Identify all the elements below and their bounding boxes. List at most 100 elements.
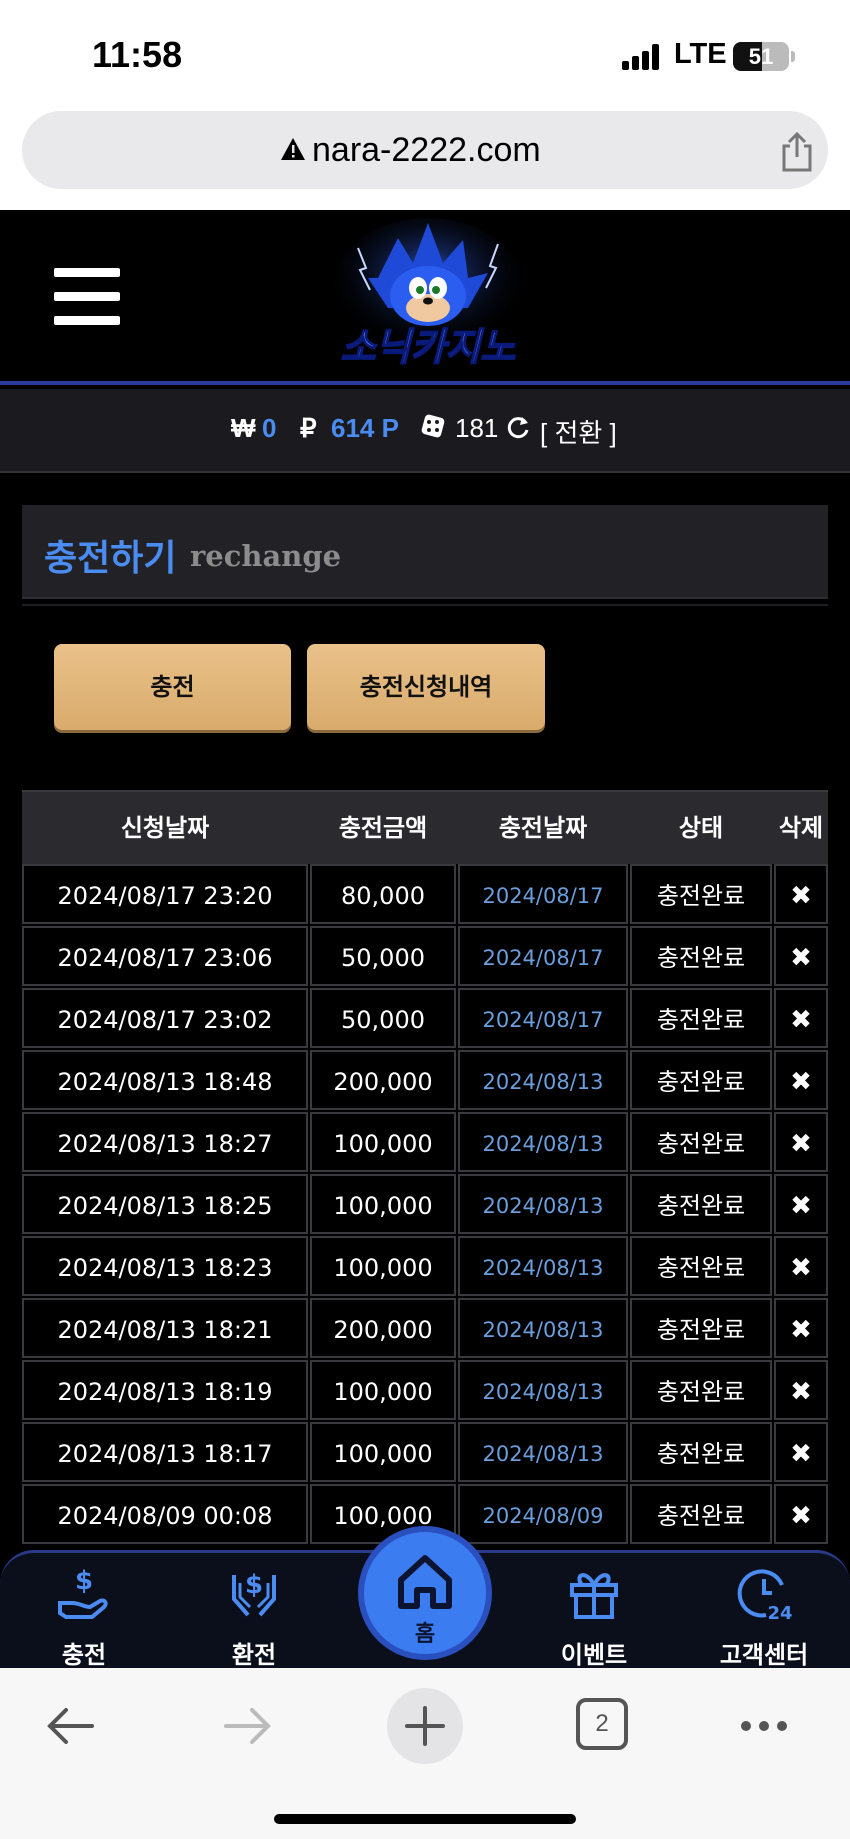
- table-body: 2024/08/17 23:20 80,000 2024/08/17 충전완료 ✖ 202…: [22, 864, 828, 1546]
- delete-button[interactable]: ✖: [774, 1112, 828, 1172]
- convert-button[interactable]: [ 전환 ]: [540, 413, 617, 450]
- status-cell: 충전완료: [630, 1360, 772, 1420]
- battery-level: 51: [748, 44, 774, 69]
- table-row: 2024/08/13 18:17 100,000 2024/08/13 충전완료 ✖: [22, 1422, 828, 1484]
- logo-text: 소닉카지노: [341, 325, 516, 369]
- nav-home-label: 홈: [414, 1622, 436, 1647]
- forward-icon[interactable]: [218, 1698, 278, 1754]
- tabs-button[interactable]: 2: [576, 1698, 628, 1750]
- dice-count: 181: [455, 413, 499, 443]
- status-cell: 충전완료: [630, 1236, 772, 1296]
- delete-button[interactable]: ✖: [774, 1360, 828, 1420]
- share-icon[interactable]: [776, 131, 818, 173]
- charge-date-cell: 2024/08/13: [458, 1298, 628, 1358]
- amount-cell: 200,000: [310, 1050, 456, 1110]
- point-symbol: ₽: [300, 413, 317, 443]
- amount-cell: 100,000: [310, 1236, 456, 1296]
- header-status: 상태: [678, 814, 724, 842]
- header-request-date: 신청날짜: [120, 814, 210, 842]
- warning-icon: [281, 138, 305, 160]
- table-row: 2024/08/13 18:27 100,000 2024/08/13 충전완료 ✖: [22, 1112, 828, 1174]
- nav-charge-label: 충전: [61, 1641, 107, 1669]
- request-date-cell: 2024/08/17 23:06: [22, 926, 308, 986]
- status-cell: 충전완료: [630, 1298, 772, 1358]
- url-text: nara-2222.com: [312, 131, 541, 169]
- delete-button[interactable]: ✖: [774, 864, 828, 924]
- nav-home[interactable]: 홈: [358, 1526, 492, 1660]
- gift-icon: [570, 1573, 618, 1619]
- table-row: 2024/08/13 18:48 200,000 2024/08/13 충전완료 ✖: [22, 1050, 828, 1112]
- nav-event[interactable]: 이벤트: [534, 1559, 654, 1669]
- table-row: 2024/08/17 23:02 50,000 2024/08/17 충전완료 ✖: [22, 988, 828, 1050]
- nav-exchange[interactable]: $ 환전: [194, 1559, 314, 1669]
- status-cell: 충전완료: [630, 1484, 772, 1544]
- back-icon[interactable]: [40, 1698, 100, 1754]
- amount-cell: 50,000: [310, 988, 456, 1048]
- charge-date-cell: 2024/08/17: [458, 864, 628, 924]
- delete-button[interactable]: ✖: [774, 1484, 828, 1544]
- charge-date-cell: 2024/08/13: [458, 1112, 628, 1172]
- table-row: 2024/08/17 23:06 50,000 2024/08/17 충전완료 ✖: [22, 926, 828, 988]
- hamburger-icon[interactable]: [54, 268, 120, 326]
- sonic-casino-logo[interactable]: 소닉카지노: [318, 218, 538, 380]
- charge-date-cell: 2024/08/13: [458, 1236, 628, 1296]
- signal-icon: [622, 44, 662, 70]
- request-date-cell: 2024/08/13 18:25: [22, 1174, 308, 1234]
- amount-cell: 100,000: [310, 1422, 456, 1482]
- status-cell: 충전완료: [630, 1050, 772, 1110]
- delete-button[interactable]: ✖: [774, 1174, 828, 1234]
- nav-exchange-label: 환전: [231, 1641, 277, 1669]
- exchange-icon: $: [232, 1570, 276, 1617]
- svg-text:24: 24: [767, 1603, 792, 1621]
- request-date-cell: 2024/08/13 18:27: [22, 1112, 308, 1172]
- status-cell: 충전완료: [630, 988, 772, 1048]
- status-cell: 충전완료: [630, 1112, 772, 1172]
- table-row: 2024/08/13 18:21 200,000 2024/08/13 충전완료 ✖: [22, 1298, 828, 1360]
- delete-button[interactable]: ✖: [774, 1050, 828, 1110]
- request-date-cell: 2024/08/13 18:21: [22, 1298, 308, 1358]
- battery-icon: 51: [733, 42, 789, 71]
- charge-date-cell: 2024/08/13: [458, 1360, 628, 1420]
- amount-cell: 200,000: [310, 1298, 456, 1358]
- delete-button[interactable]: ✖: [774, 1236, 828, 1296]
- refresh-icon[interactable]: [505, 415, 531, 441]
- amount-cell: 50,000: [310, 926, 456, 986]
- table-row: 2024/08/13 18:19 100,000 2024/08/13 충전완료 ✖: [22, 1360, 828, 1422]
- request-date-cell: 2024/08/17 23:20: [22, 864, 308, 924]
- status-cell: 충전완료: [630, 1174, 772, 1234]
- battery-tip: [791, 51, 795, 62]
- request-date-cell: 2024/08/13 18:48: [22, 1050, 308, 1110]
- nav-event-label: 이벤트: [560, 1641, 628, 1669]
- request-date-cell: 2024/08/13 18:17: [22, 1422, 308, 1482]
- charge-date-cell: 2024/08/13: [458, 1050, 628, 1110]
- more-icon[interactable]: [734, 1698, 794, 1754]
- delete-button[interactable]: ✖: [774, 1298, 828, 1358]
- new-tab-icon[interactable]: [385, 1686, 465, 1766]
- point-balance: 614 P: [331, 413, 399, 443]
- request-date-cell: 2024/08/17 23:02: [22, 988, 308, 1048]
- delete-button[interactable]: ✖: [774, 988, 828, 1048]
- delete-button[interactable]: ✖: [774, 926, 828, 986]
- header-charge-date: 충전날짜: [498, 814, 588, 842]
- support-24-icon: 24: [737, 1569, 792, 1621]
- request-date-cell: 2024/08/13 18:19: [22, 1360, 308, 1420]
- nav-charge[interactable]: $ 충전: [24, 1559, 144, 1669]
- table-row: 2024/08/13 18:23 100,000 2024/08/13 충전완료 ✖: [22, 1236, 828, 1298]
- home-indicator: [274, 1814, 576, 1824]
- charge-date-cell: 2024/08/13: [458, 1174, 628, 1234]
- svg-text:$: $: [75, 1566, 93, 1596]
- charge-date-cell: 2024/08/17: [458, 988, 628, 1048]
- charge-history-button[interactable]: 충전신청내역: [307, 644, 545, 730]
- charge-button[interactable]: 충전: [54, 644, 291, 730]
- charge-date-cell: 2024/08/13: [458, 1422, 628, 1482]
- table-row: 2024/08/17 23:20 80,000 2024/08/17 충전완료 ✖: [22, 864, 828, 926]
- browser-address-area: nara-2222.com: [0, 110, 850, 210]
- nav-support[interactable]: 24 고객센터: [704, 1559, 824, 1669]
- delete-button[interactable]: ✖: [774, 1422, 828, 1482]
- status-cell: 충전완료: [630, 1422, 772, 1482]
- address-bar[interactable]: nara-2222.com: [22, 111, 828, 189]
- status-bar: 11:58 LTE 51: [0, 0, 850, 110]
- header-amount: 충전금액: [338, 814, 428, 842]
- section-title: 충전하기 rechange: [22, 505, 828, 599]
- amount-cell: 100,000: [310, 1174, 456, 1234]
